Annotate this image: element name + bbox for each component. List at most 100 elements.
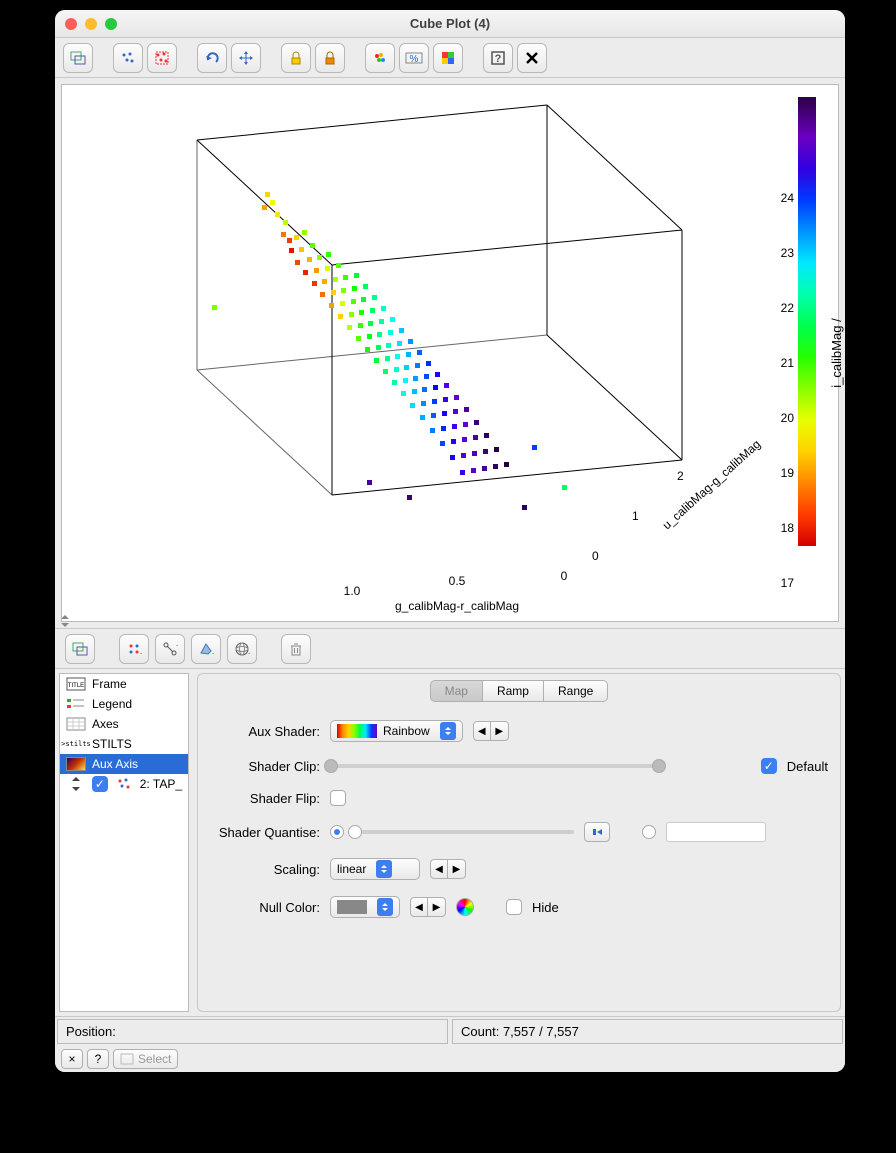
aux-shader-select[interactable]: Rainbow xyxy=(330,720,463,742)
sidebar-item-legend[interactable]: Legend xyxy=(60,694,188,714)
color-square-icon[interactable] xyxy=(433,43,463,73)
select-mode-button[interactable]: Select xyxy=(113,1049,178,1069)
scatter-red-icon[interactable] xyxy=(147,43,177,73)
tab-map[interactable]: Map xyxy=(430,680,483,702)
sidebar-item-label: STILTS xyxy=(92,737,132,751)
stepper-prev-icon[interactable]: ◀ xyxy=(430,859,448,879)
sidebar-item-label: 2: TAP_ xyxy=(140,777,182,791)
cube-plot-window: Cube Plot (4) % ? xyxy=(55,10,845,1072)
svg-text:+: + xyxy=(248,649,250,657)
close-panel-button[interactable]: × xyxy=(61,1049,83,1069)
sidebar-item-frame[interactable]: TITLE Frame xyxy=(60,674,188,694)
sidebar-item-stilts[interactable]: >stilts STILTS xyxy=(60,734,188,754)
export-layer-icon[interactable] xyxy=(65,634,95,664)
aux-tabs: Map Ramp Range xyxy=(210,680,828,702)
tab-ramp[interactable]: Ramp xyxy=(483,680,544,702)
quantise-value-input[interactable] xyxy=(666,822,766,842)
stepper-next-icon[interactable]: ▶ xyxy=(448,859,466,879)
layer-toolbar: + + + + xyxy=(55,628,845,668)
close-window-button[interactable] xyxy=(65,18,77,30)
cb-tick: 19 xyxy=(781,466,794,480)
y-axis-label: u_calibMag-g_calibMag xyxy=(660,437,764,532)
move-icon[interactable] xyxy=(231,43,261,73)
density-icon[interactable] xyxy=(365,43,395,73)
stepper-next-icon[interactable]: ▶ xyxy=(428,897,446,917)
cb-tick: 23 xyxy=(781,246,794,260)
null-color-label: Null Color: xyxy=(210,900,320,915)
help-icon[interactable]: ? xyxy=(483,43,513,73)
add-pair-layer-icon[interactable]: + xyxy=(119,634,149,664)
trash-icon[interactable] xyxy=(281,634,311,664)
shader-flip-checkbox[interactable] xyxy=(330,790,346,806)
status-bar: Position: Count: 7,557 / 7,557 xyxy=(55,1016,845,1046)
color-wheel-icon[interactable] xyxy=(456,898,474,916)
null-color-stepper[interactable]: ◀ ▶ xyxy=(410,897,446,917)
plot-area: 0 0.5 1.0 g_calibMag-r_calibMag 0 1 2 u_… xyxy=(55,78,845,628)
sidebar-item-label: Aux Axis xyxy=(92,757,138,771)
help-panel-button[interactable]: ? xyxy=(87,1049,109,1069)
cb-tick: 24 xyxy=(781,191,794,205)
tab-range[interactable]: Range xyxy=(544,680,608,702)
lock-outline-icon[interactable] xyxy=(281,43,311,73)
aux-colorbar xyxy=(798,97,816,546)
minimize-window-button[interactable] xyxy=(85,18,97,30)
shader-clip-default-checkbox[interactable]: ✓ xyxy=(761,758,777,774)
reorder-icon[interactable] xyxy=(66,776,86,792)
cb-tick: 20 xyxy=(781,411,794,425)
scatter-blue-icon[interactable] xyxy=(113,43,143,73)
svg-text:+: + xyxy=(212,649,214,657)
sidebar-item-layer-tap[interactable]: ✓ 2: TAP_ xyxy=(60,774,188,794)
stepper-prev-icon[interactable]: ◀ xyxy=(473,721,491,741)
svg-text:1.0: 1.0 xyxy=(344,584,361,598)
scaling-select[interactable]: linear xyxy=(330,858,420,880)
svg-text:1: 1 xyxy=(632,509,639,523)
shader-flip-label: Shader Flip: xyxy=(210,791,320,806)
redo-icon[interactable] xyxy=(197,43,227,73)
svg-text:%: % xyxy=(410,54,419,65)
export-icon[interactable] xyxy=(63,43,93,73)
quantise-continuous-radio[interactable] xyxy=(330,825,344,839)
add-shape-layer-icon[interactable]: + xyxy=(191,634,221,664)
aux-axis-panel: Map Ramp Range Aux Shader: Rainbow ◀ ▶ xyxy=(197,673,841,1012)
aux-axis-label: i_calibMag / xyxy=(829,318,844,387)
svg-text:0: 0 xyxy=(592,549,599,563)
scaling-label: Scaling: xyxy=(210,862,320,877)
x-axis-label: g_calibMag-r_calibMag xyxy=(395,599,519,613)
svg-text:TITLE: TITLE xyxy=(68,683,84,689)
zoom-window-button[interactable] xyxy=(105,18,117,30)
sidebar-item-aux-axis[interactable]: Aux Axis xyxy=(60,754,188,774)
null-color-select[interactable] xyxy=(330,896,400,918)
shader-clip-slider[interactable] xyxy=(330,764,660,768)
dropdown-arrow-icon xyxy=(377,898,393,916)
dropdown-arrow-icon xyxy=(440,722,456,740)
null-color-hide-checkbox[interactable] xyxy=(506,899,522,915)
sidebar-item-axes[interactable]: Axes xyxy=(60,714,188,734)
null-color-hide-label: Hide xyxy=(532,900,559,915)
add-link-layer-icon[interactable]: + xyxy=(155,634,185,664)
stepper-next-icon[interactable]: ▶ xyxy=(491,721,509,741)
titlebar: Cube Plot (4) xyxy=(55,10,845,38)
scroll-handle-icon[interactable] xyxy=(59,615,71,630)
stepper-prev-icon[interactable]: ◀ xyxy=(410,897,428,917)
percent-icon[interactable]: % xyxy=(399,43,429,73)
aux-shader-value: Rainbow xyxy=(383,724,430,738)
scatter-layer-icon xyxy=(114,776,134,792)
shader-quantise-slider[interactable] xyxy=(354,830,574,834)
status-position: Position: xyxy=(57,1019,448,1044)
cb-tick: 18 xyxy=(781,521,794,535)
lock-fill-icon[interactable] xyxy=(315,43,345,73)
quantise-reset-button[interactable] xyxy=(584,822,610,842)
add-globe-layer-icon[interactable]: + xyxy=(227,634,257,664)
svg-text:2: 2 xyxy=(677,469,684,483)
layer-visibility-checkbox[interactable]: ✓ xyxy=(92,776,108,792)
dropdown-arrow-icon xyxy=(376,860,392,878)
plot-panel[interactable]: 0 0.5 1.0 g_calibMag-r_calibMag 0 1 2 u_… xyxy=(61,84,839,622)
aux-shader-stepper[interactable]: ◀ ▶ xyxy=(473,721,509,741)
close-icon[interactable] xyxy=(517,43,547,73)
shader-quantise-label: Shader Quantise: xyxy=(210,825,320,840)
sidebar-item-label: Legend xyxy=(92,697,132,711)
cb-tick: 17 xyxy=(781,576,794,590)
scaling-stepper[interactable]: ◀ ▶ xyxy=(430,859,466,879)
quantise-manual-radio[interactable] xyxy=(642,825,656,839)
sidebar-item-label: Axes xyxy=(92,717,119,731)
